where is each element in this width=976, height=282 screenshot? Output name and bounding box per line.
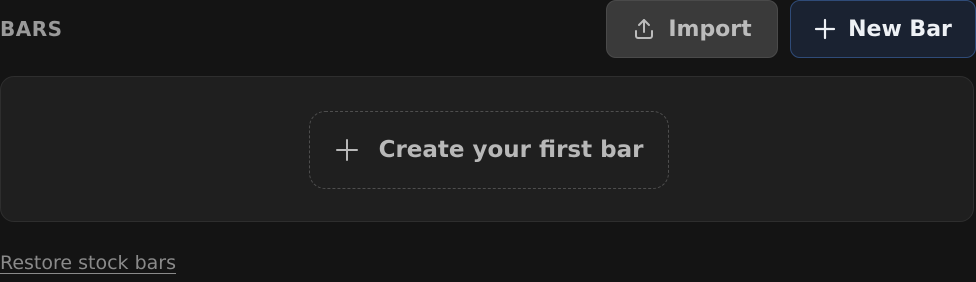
- section-title: BARS: [0, 17, 63, 41]
- create-first-bar-label: Create your first bar: [378, 137, 644, 163]
- bars-page: BARS Import New Bar Create your first ba…: [0, 0, 976, 282]
- import-button-label: Import: [668, 16, 752, 42]
- header-actions: Import New Bar: [606, 0, 976, 58]
- restore-stock-bars-link[interactable]: Restore stock bars: [0, 252, 176, 274]
- new-bar-button-label: New Bar: [848, 16, 952, 42]
- import-button[interactable]: Import: [606, 0, 778, 58]
- upload-icon: [632, 17, 656, 41]
- bars-empty-panel: Create your first bar: [0, 76, 974, 222]
- plus-icon: [814, 18, 836, 40]
- plus-icon: [335, 138, 359, 162]
- new-bar-button[interactable]: New Bar: [790, 0, 976, 58]
- create-first-bar-button[interactable]: Create your first bar: [309, 111, 669, 189]
